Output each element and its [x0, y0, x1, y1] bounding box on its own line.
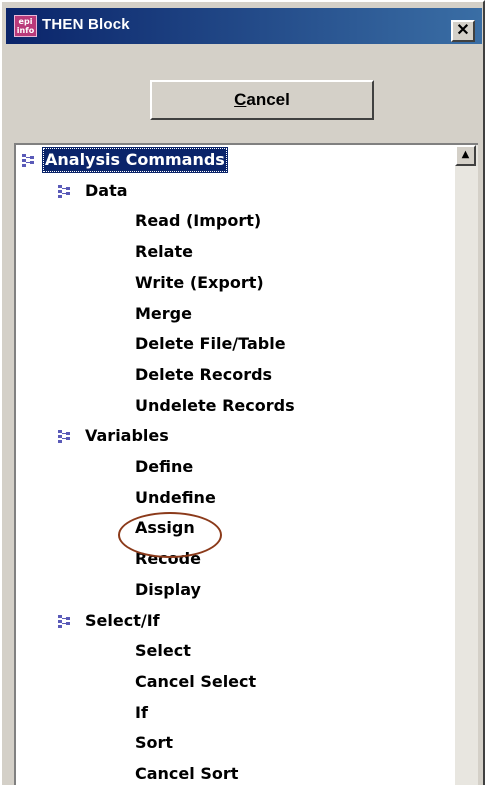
tree-node-label: Define	[135, 457, 194, 476]
tree-item-read-import[interactable]: Read (Import)	[132, 208, 264, 234]
vertical-scrollbar[interactable]: ▲	[455, 143, 478, 785]
tree-item-define[interactable]: Define	[132, 454, 196, 480]
tree-item-if[interactable]: If	[132, 700, 151, 726]
tree-node-label: Cancel Sort	[135, 764, 239, 783]
assign-highlight-circle	[118, 512, 222, 558]
tree-item-display[interactable]: Display	[132, 577, 204, 603]
tree-node-label: Display	[135, 579, 201, 599]
tree-node-icon	[58, 614, 74, 628]
command-tree[interactable]: Analysis Commands Data Read (Import) Relate…	[14, 143, 455, 785]
tree-node-label: Write (Export)	[135, 272, 264, 292]
tree-item-relate[interactable]: Relate	[132, 239, 196, 265]
cancel-button-label: Cancel	[152, 82, 372, 117]
tree-node-icon	[58, 429, 74, 444]
tree-item-write-export[interactable]: Write (Export)	[132, 270, 267, 296]
window-title: THEN Block	[42, 16, 130, 33]
tree-node-label: Cancel Select	[135, 671, 257, 691]
scroll-up-button[interactable]: ▲	[455, 145, 476, 166]
tree-node-label: Undelete Records	[135, 395, 295, 415]
cancel-button[interactable]: Cancel	[150, 80, 374, 120]
epi-info-app-icon: epi info	[14, 15, 37, 37]
tree-item-delete-records[interactable]: Delete Records	[132, 362, 275, 388]
tree-item-sort[interactable]: Sort	[132, 730, 176, 756]
tree-group-data[interactable]: Data	[82, 178, 131, 204]
tree-node-label: Sort	[135, 733, 174, 753]
close-button[interactable]: ✕	[451, 20, 475, 42]
tree-item-undefine[interactable]: Undefine	[132, 485, 219, 511]
tree-item-cancel-select[interactable]: Cancel Select	[132, 669, 259, 695]
scroll-up-icon: ▲	[461, 149, 470, 160]
tree-node-label: Read (Import)	[135, 211, 262, 231]
cancel-label-rest: ancel	[246, 90, 290, 109]
tree-item-cancel-sort[interactable]: Cancel Sort	[132, 761, 241, 785]
tree-item-merge[interactable]: Merge	[132, 301, 195, 327]
tree-node-label: Analysis Commands	[42, 147, 228, 173]
tree-node-icon	[22, 153, 38, 167]
tree-node-icon	[58, 184, 74, 198]
close-icon: ✕	[456, 22, 470, 39]
title-bar: epi info THEN Block ✕	[6, 8, 482, 44]
tree-group-variables[interactable]: Variables	[82, 423, 172, 449]
tree-node-label: Variables	[85, 426, 169, 446]
tree-item-select[interactable]: Select	[132, 638, 194, 664]
tree-item-undelete-records[interactable]: Undelete Records	[132, 393, 298, 419]
tree-node-label: Undefine	[135, 487, 216, 507]
tree-node-label: Select/If	[85, 610, 160, 630]
tree-node-analysis-commands[interactable]: Analysis Commands	[42, 147, 228, 173]
tree-node-label: Data	[85, 180, 128, 200]
tree-node-label: If	[135, 702, 148, 722]
tree-group-select-if[interactable]: Select/If	[82, 608, 163, 634]
tree-node-label: Relate	[135, 242, 193, 262]
cancel-mnemonic: C	[234, 90, 247, 109]
tree-node-label: Select	[135, 641, 191, 661]
tree-node-label: Merge	[135, 303, 192, 323]
tree-node-label: Delete Records	[135, 364, 273, 384]
tree-node-label: Delete File/Table	[135, 334, 286, 354]
tree-item-delete-file-table[interactable]: Delete File/Table	[132, 331, 289, 357]
